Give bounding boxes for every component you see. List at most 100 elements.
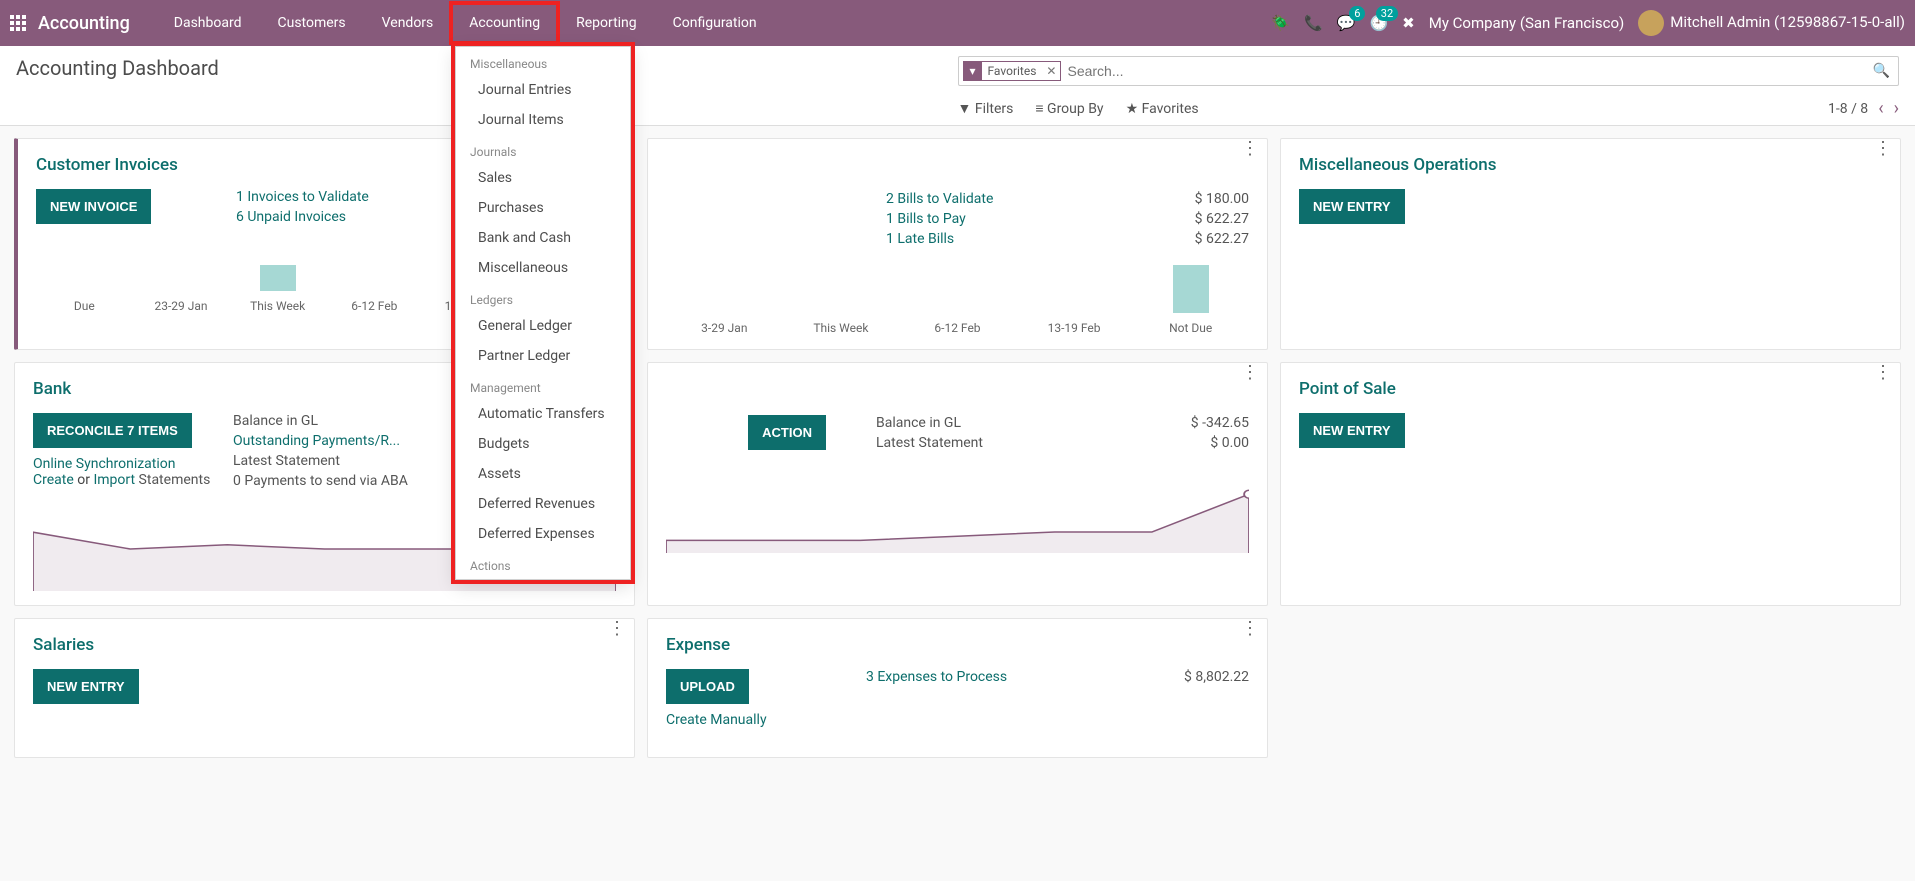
nav-dashboard[interactable]: Dashboard: [156, 3, 260, 43]
pager-text: 1-8 / 8: [1828, 101, 1868, 117]
link-invoices-to-validate[interactable]: 1 Invoices to Validate: [236, 189, 369, 205]
filters-button[interactable]: ▼ Filters: [958, 100, 1014, 117]
label: 0 Payments to send via ABA: [233, 473, 408, 489]
dd-budgets[interactable]: Budgets: [456, 429, 630, 459]
link-create[interactable]: Create: [33, 472, 74, 488]
pager-next[interactable]: ›: [1894, 98, 1899, 119]
pager: 1-8 / 8 ‹ ›: [1828, 98, 1899, 119]
dd-assets[interactable]: Assets: [456, 459, 630, 489]
new-entry-button[interactable]: NEW ENTRY: [33, 669, 139, 704]
label: Balance in GL: [233, 413, 318, 429]
search-box[interactable]: ▾ Favorites ✕ 🔍: [958, 56, 1900, 86]
new-entry-button[interactable]: NEW ENTRY: [1299, 413, 1405, 448]
link-import[interactable]: Import: [93, 472, 135, 488]
dd-sec-actions: Actions: [456, 549, 630, 577]
card-title[interactable]: Salaries: [33, 635, 616, 655]
card-misc-ops: Miscellaneous Operations NEW ENTRY: [1280, 138, 1901, 350]
user-menu[interactable]: Mitchell Admin (12598867-15-0-all): [1638, 10, 1905, 36]
search-icon[interactable]: 🔍: [1869, 63, 1894, 79]
filter-icon: ▾: [964, 62, 982, 80]
nav-reporting[interactable]: Reporting: [558, 3, 655, 43]
activities-icon[interactable]: 🕘32: [1369, 14, 1388, 32]
card-menu[interactable]: [608, 627, 626, 632]
val: $ 180.00: [1195, 191, 1249, 207]
label: Latest Statement: [876, 435, 983, 451]
card-title[interactable]: Point of Sale: [1299, 379, 1882, 399]
link-unpaid-invoices[interactable]: 6 Unpaid Invoices: [236, 209, 346, 225]
phone-icon[interactable]: 📞: [1304, 14, 1323, 32]
main-navbar: Accounting Dashboard Customers Vendors A…: [0, 0, 1915, 46]
dd-sales[interactable]: Sales: [456, 163, 630, 193]
val: $ 0.00: [1210, 435, 1249, 451]
dd-journal-entries[interactable]: Journal Entries: [456, 75, 630, 105]
card-title[interactable]: Expense: [666, 635, 1249, 655]
avatar: [1638, 10, 1664, 36]
nav-menus: Dashboard Customers Vendors Accounting R…: [156, 3, 775, 43]
card-title[interactable]: Miscellaneous Operations: [1299, 155, 1882, 175]
nav-configuration[interactable]: Configuration: [655, 3, 775, 43]
line-chart-cash: [666, 469, 1249, 553]
facet-remove[interactable]: ✕: [1042, 64, 1060, 78]
nav-vendors[interactable]: Vendors: [364, 3, 452, 43]
dd-deferred-expenses[interactable]: Deferred Expenses: [456, 519, 630, 549]
dd-sec-management: Management: [456, 371, 630, 399]
card-menu[interactable]: [1241, 147, 1259, 152]
nav-accounting[interactable]: Accounting: [451, 3, 558, 43]
card-cash: ACTION Balance in GL $ -342.65 Latest Sta…: [647, 362, 1268, 606]
search-input[interactable]: [1061, 59, 1868, 83]
dd-sec-ledgers: Ledgers: [456, 283, 630, 311]
new-entry-button[interactable]: NEW ENTRY: [1299, 189, 1405, 224]
dd-partner-ledger[interactable]: Partner Ledger: [456, 341, 630, 371]
apps-icon[interactable]: [10, 14, 28, 32]
messages-icon[interactable]: 💬6: [1337, 14, 1356, 32]
activities-badge: 32: [1376, 6, 1398, 21]
val: $ 8,802.22: [1184, 669, 1249, 685]
val: $ 622.27: [1195, 211, 1249, 227]
pager-prev[interactable]: ‹: [1878, 98, 1883, 119]
favorites-button[interactable]: ★ Favorites: [1126, 101, 1199, 117]
reconcile-button[interactable]: RECONCILE 7 ITEMS: [33, 413, 192, 448]
dd-reconciliation[interactable]: Reconciliation: [456, 577, 630, 580]
dd-purchases[interactable]: Purchases: [456, 193, 630, 223]
label: Balance in GL: [876, 415, 961, 431]
cp-toolbar: ▼ Filters ≡ Group By ★ Favorites 1-8 / 8…: [958, 98, 1900, 119]
debug-icon[interactable]: 🪲: [1271, 14, 1290, 32]
link-bills-pay[interactable]: 1 Bills to Pay: [886, 211, 966, 227]
facet-label: Favorites: [982, 64, 1043, 78]
link-late-bills[interactable]: 1 Late Bills: [886, 231, 954, 247]
control-panel: Accounting Dashboard ▾ Favorites ✕ 🔍 ▼ F…: [0, 46, 1915, 126]
link-bills-validate[interactable]: 2 Bills to Validate: [886, 191, 993, 207]
dd-miscellaneous[interactable]: Miscellaneous: [456, 253, 630, 283]
nav-customers[interactable]: Customers: [260, 3, 364, 43]
link-create-manually[interactable]: Create Manually: [666, 712, 866, 728]
card-menu[interactable]: [1241, 627, 1259, 632]
dd-auto-transfers[interactable]: Automatic Transfers: [456, 399, 630, 429]
dd-sec-misc: Miscellaneous: [456, 47, 630, 75]
new-invoice-button[interactable]: NEW INVOICE: [36, 189, 151, 224]
val: $ -342.65: [1191, 415, 1249, 431]
groupby-button[interactable]: ≡ Group By: [1035, 100, 1103, 117]
bar-chart-bills: 3-29 JanThis Week6-12 Feb13-19 FebNot Du…: [666, 271, 1249, 335]
card-expense: Expense UPLOAD Create Manually 3 Expense…: [647, 618, 1268, 758]
card-menu[interactable]: [1874, 371, 1892, 376]
tools-icon[interactable]: ✖: [1402, 14, 1415, 32]
card-menu[interactable]: [1874, 147, 1892, 152]
search-facet: ▾ Favorites ✕: [963, 61, 1062, 81]
card-menu[interactable]: [1241, 371, 1259, 376]
dd-journal-items[interactable]: Journal Items: [456, 105, 630, 135]
dd-deferred-revenues[interactable]: Deferred Revenues: [456, 489, 630, 519]
user-name: Mitchell Admin (12598867-15-0-all): [1670, 13, 1905, 31]
link-outstanding[interactable]: Outstanding Payments/R...: [233, 433, 400, 449]
app-brand[interactable]: Accounting: [38, 13, 130, 34]
link-online-sync[interactable]: Online Synchronization: [33, 456, 233, 472]
link-expenses-process[interactable]: 3 Expenses to Process: [866, 669, 1007, 685]
accounting-dropdown: Miscellaneous Journal Entries Journal It…: [455, 46, 631, 580]
upload-button[interactable]: UPLOAD: [666, 669, 749, 704]
card-salaries: Salaries NEW ENTRY: [14, 618, 635, 758]
card-vendor-bills: 2 Bills to Validate $ 180.00 1 Bills to P…: [647, 138, 1268, 350]
action-button[interactable]: ACTION: [748, 415, 826, 450]
search-area: ▾ Favorites ✕ 🔍: [958, 56, 1900, 86]
dd-general-ledger[interactable]: General Ledger: [456, 311, 630, 341]
dd-bank-and-cash[interactable]: Bank and Cash: [456, 223, 630, 253]
company-switcher[interactable]: My Company (San Francisco): [1429, 14, 1624, 32]
